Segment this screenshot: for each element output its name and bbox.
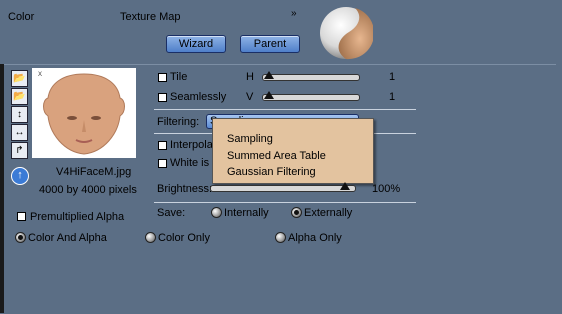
save-externally-radio[interactable] bbox=[291, 207, 302, 218]
color-and-alpha-radio[interactable] bbox=[15, 232, 26, 243]
seamlessly-label: Seamlessly bbox=[170, 91, 227, 103]
menu-item-summed-area-table[interactable]: Summed Area Table bbox=[227, 150, 326, 162]
seamlessly-checkbox[interactable] bbox=[158, 93, 167, 102]
premultiplied-alpha-checkbox[interactable] bbox=[17, 212, 26, 221]
edit-folder-icon[interactable]: 📂 bbox=[11, 88, 28, 105]
tile-checkbox[interactable] bbox=[158, 73, 167, 82]
color-and-alpha-label: Color And Alpha bbox=[28, 232, 107, 244]
brightness-label: Brightness: bbox=[157, 183, 213, 195]
save-internally-radio[interactable] bbox=[211, 207, 222, 218]
alpha-only-radio[interactable] bbox=[275, 232, 286, 243]
h-label: H bbox=[246, 71, 254, 83]
parent-button[interactable]: Parent bbox=[240, 35, 300, 53]
alpha-only-label: Alpha Only bbox=[288, 232, 342, 244]
white-is-opaque-checkbox[interactable] bbox=[158, 159, 167, 168]
brightness-slider-thumb[interactable] bbox=[340, 182, 350, 190]
color-only-radio[interactable] bbox=[145, 232, 156, 243]
h-value: 1 bbox=[389, 71, 396, 83]
divider bbox=[154, 202, 416, 203]
menu-item-sampling[interactable]: Sampling bbox=[227, 133, 273, 145]
svg-text:X: X bbox=[38, 72, 42, 78]
chevron-down-icon[interactable]: » bbox=[291, 8, 297, 19]
flip-horizontal-icon[interactable]: ↔ bbox=[11, 124, 28, 141]
v-value: 1 bbox=[389, 91, 396, 103]
wizard-button[interactable]: Wizard bbox=[166, 35, 226, 53]
open-folder-icon[interactable]: 📂 bbox=[11, 70, 28, 87]
texture-dimensions: 4000 by 4000 pixels bbox=[39, 184, 137, 196]
tile-label: Tile bbox=[170, 71, 188, 83]
divider bbox=[154, 109, 416, 110]
v-label: V bbox=[246, 91, 254, 103]
h-slider[interactable] bbox=[262, 74, 360, 81]
rotate-icon[interactable]: ↱ bbox=[11, 142, 28, 159]
brightness-value: 100% bbox=[372, 183, 401, 195]
texture-thumbnail[interactable]: X bbox=[32, 68, 136, 158]
v-slider[interactable] bbox=[262, 94, 360, 101]
filtering-label: Filtering: bbox=[157, 116, 200, 128]
header-panel bbox=[0, 0, 562, 64]
flip-vertical-icon[interactable]: ↕ bbox=[11, 106, 28, 123]
save-externally-label: Externally bbox=[304, 207, 353, 219]
map-type-label: Texture Map bbox=[120, 11, 181, 23]
h-slider-thumb[interactable] bbox=[264, 71, 274, 79]
save-internally-label: Internally bbox=[224, 207, 269, 219]
v-slider-thumb[interactable] bbox=[264, 91, 274, 99]
filtering-menu: Sampling Summed Area Table Gaussian Filt… bbox=[212, 118, 374, 184]
premultiplied-alpha-label: Premultiplied Alpha bbox=[30, 211, 125, 223]
interpolate-label: Interpola bbox=[170, 139, 213, 151]
up-arrow-icon[interactable]: ↑ bbox=[11, 167, 29, 185]
material-preview-sphere bbox=[320, 7, 373, 60]
interpolate-checkbox[interactable] bbox=[158, 141, 167, 150]
brightness-slider[interactable] bbox=[210, 185, 356, 192]
section-label: Color bbox=[8, 11, 35, 23]
save-label: Save: bbox=[157, 207, 186, 219]
white-is-label: White is bbox=[170, 157, 210, 169]
color-only-label: Color Only bbox=[158, 232, 210, 244]
texture-filename: V4HiFaceM.jpg bbox=[56, 166, 132, 178]
menu-item-gaussian-filtering[interactable]: Gaussian Filtering bbox=[227, 166, 316, 178]
